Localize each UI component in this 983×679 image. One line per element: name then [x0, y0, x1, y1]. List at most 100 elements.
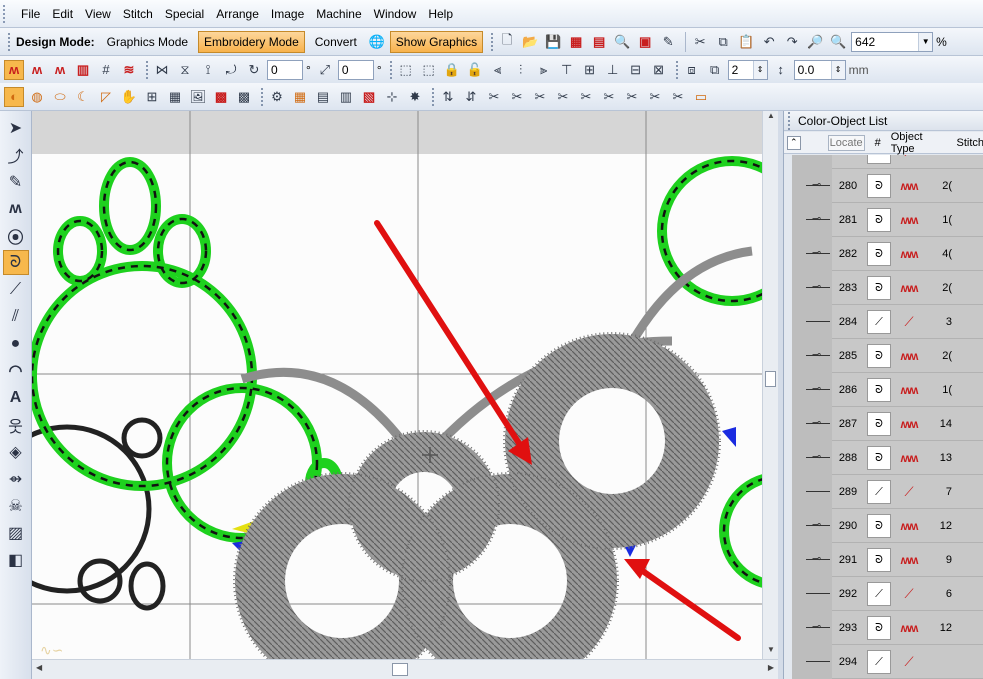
- photo-stitch-icon[interactable]: ▩: [211, 87, 231, 107]
- col-stitch[interactable]: Stitch: [956, 137, 983, 149]
- triangle-stitch-icon[interactable]: ◸: [96, 87, 116, 107]
- pirate-icon[interactable]: ☠: [3, 493, 29, 518]
- ungroup-icon[interactable]: ⬚: [419, 60, 439, 80]
- rotate-angle-field[interactable]: 0: [267, 59, 303, 80]
- reshape-icon[interactable]: ⤴: [3, 142, 29, 167]
- menu-window[interactable]: Window: [368, 0, 423, 28]
- hatch-icon[interactable]: ▨: [3, 520, 29, 545]
- send-icon[interactable]: ▣: [635, 32, 655, 52]
- convert-button[interactable]: Convert: [309, 31, 363, 53]
- scroll-right-icon[interactable]: ▶: [768, 663, 774, 672]
- menu-help[interactable]: Help: [422, 0, 459, 28]
- mirror-v-icon[interactable]: ⧖: [175, 60, 195, 80]
- menu-arrange[interactable]: Arrange: [210, 0, 265, 28]
- copy-icon[interactable]: ⧉: [713, 32, 733, 52]
- needle-8-icon[interactable]: ✂: [645, 87, 665, 107]
- hand-stitch-icon[interactable]: ✋: [119, 87, 139, 107]
- moon-stitch-icon[interactable]: ☾: [73, 87, 93, 107]
- scroll-up-icon[interactable]: ▲: [763, 111, 779, 125]
- list-item[interactable]: 289 ⟋ ⟋ 7: [792, 475, 983, 509]
- list-item[interactable]: ⊸ 293 ᘐ ʍʍ 12: [792, 611, 983, 645]
- needle-3-icon[interactable]: ✂: [530, 87, 550, 107]
- run-tool-icon[interactable]: ⟋: [3, 277, 29, 302]
- toolbar-grip[interactable]: [674, 59, 679, 80]
- align-left-icon[interactable]: ⫷: [488, 60, 508, 80]
- menu-image[interactable]: Image: [265, 0, 310, 28]
- column-tool-icon[interactable]: ⦿: [3, 223, 29, 248]
- transform-icon[interactable]: ⟟: [198, 60, 218, 80]
- list-item[interactable]: ⊸ 288 ᘐ ʍʍ 13: [792, 441, 983, 475]
- list-item[interactable]: ⊸ 280 ᘐ ʍʍ 2(: [792, 169, 983, 203]
- fill-icon[interactable]: ▧: [359, 87, 379, 107]
- needle-9-icon[interactable]: ✂: [668, 87, 688, 107]
- paint-icon[interactable]: ✸: [405, 87, 425, 107]
- table-icon[interactable]: ▦: [165, 87, 185, 107]
- picture-icon[interactable]: 🖼: [188, 87, 208, 107]
- list-item[interactable]: ⊸ 281 ᘐ ʍʍ 1(: [792, 203, 983, 237]
- menu-grip[interactable]: [3, 4, 11, 23]
- rotate-icon[interactable]: ⤾: [221, 60, 241, 80]
- toolbar-grip[interactable]: [260, 86, 264, 107]
- list-item[interactable]: ⊸ 290 ᘐ ʍʍ 12: [792, 509, 983, 543]
- panel-grip[interactable]: [787, 110, 791, 131]
- toolbar-grip[interactable]: [7, 31, 11, 52]
- align-bottom-icon[interactable]: ⊥: [603, 60, 623, 80]
- leaf-stitch-icon[interactable]: ◐: [4, 86, 24, 107]
- list-item[interactable]: 292 ⟋ ⟋ 6: [792, 577, 983, 611]
- list-item[interactable]: ⊸ 286 ᘐ ʍʍ 1(: [792, 373, 983, 407]
- copies-field[interactable]: 2 ⇕: [727, 59, 768, 80]
- align-top-icon[interactable]: ⊤: [557, 60, 577, 80]
- pattern-icon[interactable]: ▩: [234, 87, 254, 107]
- lock-icon[interactable]: 🔒: [442, 60, 462, 80]
- scroll-thumb[interactable]: [765, 371, 776, 387]
- snap-icon[interactable]: ⊹: [382, 87, 402, 107]
- needle-5-icon[interactable]: ✂: [576, 87, 596, 107]
- unlock-icon[interactable]: 🔓: [465, 60, 485, 80]
- scroll-down-icon[interactable]: ▼: [763, 645, 779, 659]
- columns-icon[interactable]: ▤: [313, 87, 333, 107]
- sequence-icon[interactable]: ⇅: [438, 87, 458, 107]
- menu-machine[interactable]: Machine: [310, 0, 367, 28]
- needle-2-icon[interactable]: ✂: [507, 87, 527, 107]
- menu-file[interactable]: File: [15, 0, 46, 28]
- toolbar-grip[interactable]: [490, 31, 495, 52]
- horizontal-scrollbar[interactable]: ◀ ▶: [32, 659, 778, 679]
- vertical-scrollbar[interactable]: ▲ ▼: [762, 111, 778, 659]
- feather-stitch-icon[interactable]: ◍: [27, 87, 47, 107]
- list-item[interactable]: ⊸ 283 ᘐ ʍʍ 2(: [792, 271, 983, 305]
- text-tool-icon[interactable]: A: [3, 385, 29, 410]
- spacing-field-icon[interactable]: ↕: [771, 60, 791, 80]
- undo-icon[interactable]: ↶: [759, 32, 779, 52]
- embroidery-mode-button[interactable]: Embroidery Mode: [198, 30, 305, 53]
- stitch-zigzag-icon[interactable]: ʍ: [50, 60, 70, 80]
- list-item[interactable]: 294 ⟋ ⟋: [792, 645, 983, 679]
- align-middle-icon[interactable]: ⊞: [580, 60, 600, 80]
- list-item[interactable]: ⊸ 291 ᘐ ʍʍ 9: [792, 543, 983, 577]
- satin-tool-icon[interactable]: ʍ: [3, 196, 29, 221]
- split-icon[interactable]: ◧: [3, 547, 29, 572]
- zoom-combo[interactable]: 642 ▼: [851, 31, 934, 52]
- list-item[interactable]: ⊸ 285 ᘐ ʍʍ 2(: [792, 339, 983, 373]
- mirror-h-icon[interactable]: ⋈: [152, 60, 172, 80]
- colors-icon[interactable]: ▦: [290, 87, 310, 107]
- align-center-icon[interactable]: ⫶: [511, 60, 531, 80]
- scroll-left-icon[interactable]: ◀: [36, 663, 42, 672]
- show-graphics-button[interactable]: Show Graphics: [389, 30, 484, 53]
- people-icon[interactable]: 웃: [3, 412, 29, 437]
- list-item[interactable]: ⊸ 287 ᘐ ʍʍ 14: [792, 407, 983, 441]
- stitch-pattern-icon[interactable]: ▥: [73, 60, 93, 80]
- align-right-icon[interactable]: ⫸: [534, 60, 554, 80]
- spacing-field[interactable]: 0.0 ⇕: [793, 59, 846, 80]
- grid-icon[interactable]: #: [96, 60, 116, 80]
- needle-7-icon[interactable]: ✂: [622, 87, 642, 107]
- globe-icon[interactable]: 🌐: [367, 32, 387, 52]
- wave-icon[interactable]: ≋: [119, 60, 139, 80]
- oval-stitch-icon[interactable]: ⬭: [50, 87, 70, 107]
- offset-icon[interactable]: ⧉: [705, 60, 725, 80]
- frame-icon[interactable]: ⊞: [142, 87, 162, 107]
- col-number[interactable]: #: [875, 137, 881, 149]
- embroidery-design[interactable]: ∿∽: [32, 111, 762, 659]
- scroll-thumb[interactable]: [392, 663, 408, 676]
- col-object-type[interactable]: Object Type: [891, 131, 948, 155]
- menu-special[interactable]: Special: [159, 0, 210, 28]
